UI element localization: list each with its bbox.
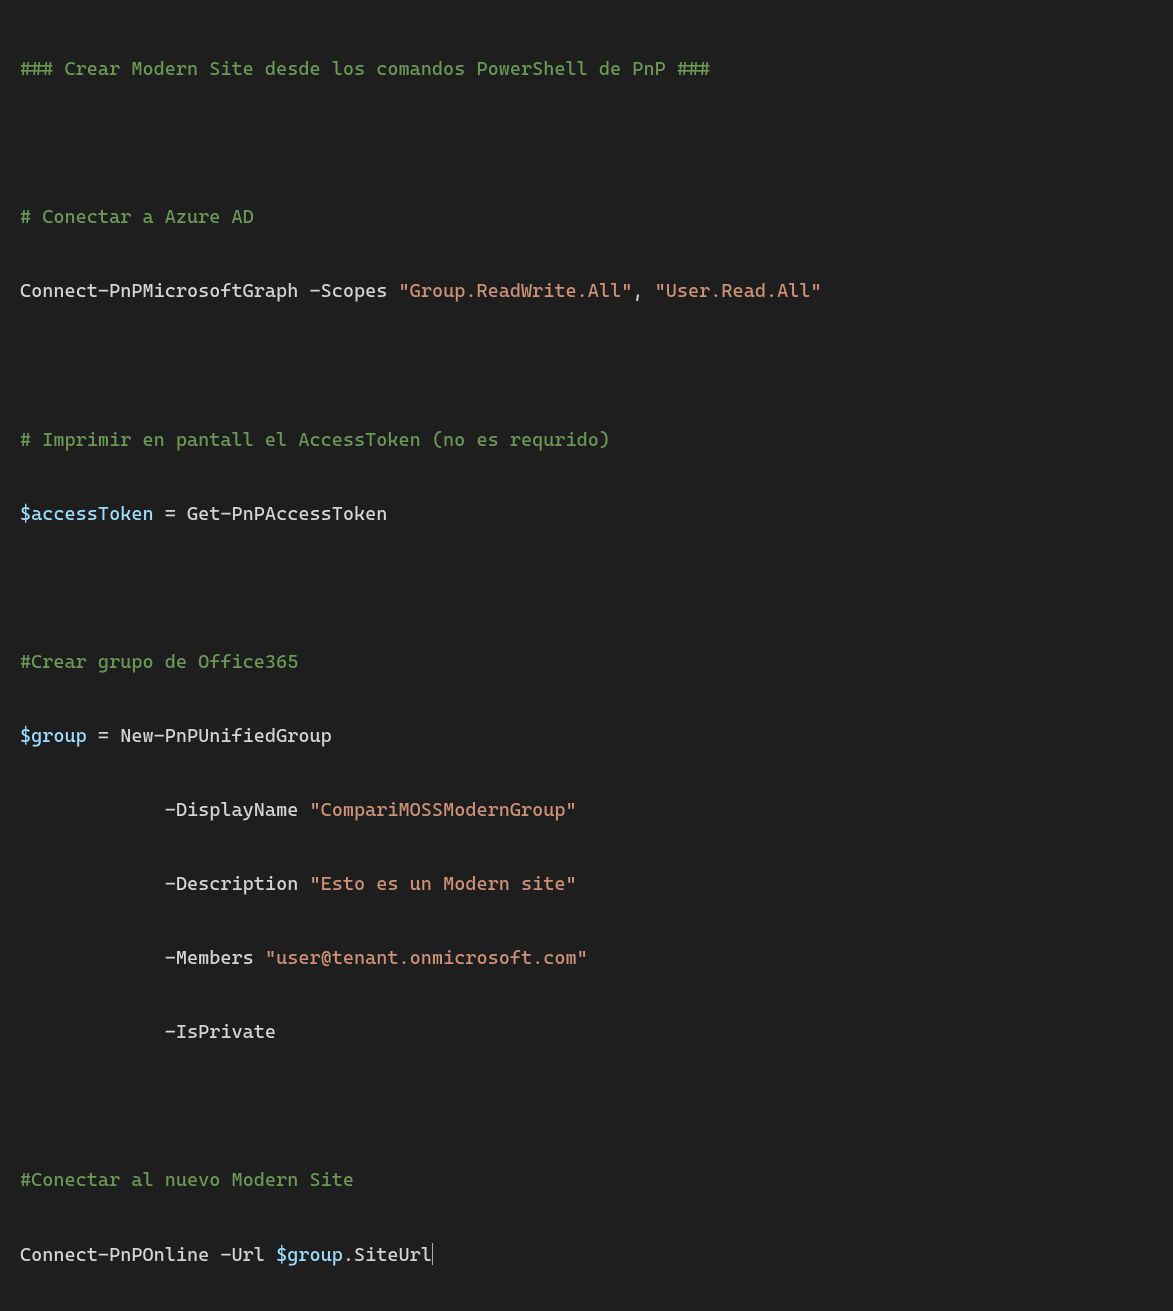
string-text: "User.Read.All" [655, 280, 822, 302]
code-line-empty [20, 347, 1153, 384]
code-line: $accessToken = Get-PnPAccessToken [20, 496, 1153, 533]
variable-text: $group [276, 1244, 343, 1266]
parameter-text: -DisplayName [165, 799, 299, 821]
indent-text [20, 947, 165, 969]
code-line: $group = New-PnPUnifiedGroup [20, 718, 1153, 755]
string-text: "Esto es un Modern site" [309, 873, 576, 895]
parameter-text: -Members [165, 947, 254, 969]
code-line: -IsPrivate [20, 1014, 1153, 1051]
operator-text: = [154, 503, 187, 525]
code-editor[interactable]: ### Crear Modern Site desde los comandos… [20, 14, 1153, 1311]
variable-text: $accessToken [20, 503, 154, 525]
parameter-text: -Url [220, 1244, 265, 1266]
code-line: -DisplayName "CompariMOSSModernGroup" [20, 792, 1153, 829]
cmdlet-text: New-PnPUnifiedGroup [120, 725, 332, 747]
code-line: -Members "user@tenant.onmicrosoft.com" [20, 940, 1153, 977]
indent-text [20, 799, 165, 821]
code-line: # Imprimir en pantall el AccessToken (no… [20, 422, 1153, 459]
string-text: "CompariMOSSModernGroup" [309, 799, 576, 821]
cmdlet-text: Connect-PnPOnline [20, 1244, 209, 1266]
string-text: "user@tenant.onmicrosoft.com" [265, 947, 588, 969]
indent-text [20, 1021, 165, 1043]
parameter-text: -IsPrivate [165, 1021, 276, 1043]
cmdlet-text: Connect-PnPMicrosoftGraph [20, 280, 298, 302]
parameter-text: -Scopes [309, 280, 387, 302]
code-line: ### Crear Modern Site desde los comandos… [20, 51, 1153, 88]
string-text: "Group.ReadWrite.All" [399, 280, 633, 302]
comment-text: #Crear grupo de Office365 [20, 651, 298, 673]
indent-text [20, 873, 165, 895]
code-line: # Conectar a Azure AD [20, 199, 1153, 236]
cmdlet-text: Get-PnPAccessToken [187, 503, 387, 525]
code-line-empty [20, 570, 1153, 607]
comment-text: # Conectar a Azure AD [20, 206, 254, 228]
comment-text: #Conectar al nuevo Modern Site [20, 1169, 354, 1191]
code-line-empty [20, 125, 1153, 162]
comment-text: ### Crear Modern Site desde los comandos… [20, 58, 710, 80]
code-line: Connect-PnPMicrosoftGraph -Scopes "Group… [20, 273, 1153, 310]
property-text: .SiteUrl [343, 1244, 432, 1266]
code-line: Connect-PnPOnline -Url $group.SiteUrl [20, 1237, 1153, 1274]
code-line: -Description "Esto es un Modern site" [20, 866, 1153, 903]
parameter-text: -Description [165, 873, 299, 895]
operator-text: = [87, 725, 120, 747]
comment-text: # Imprimir en pantall el AccessToken (no… [20, 429, 610, 451]
text-cursor [432, 1243, 433, 1265]
code-line-empty [20, 1088, 1153, 1125]
variable-text: $group [20, 725, 87, 747]
comma-text: , [632, 280, 643, 302]
code-line: #Crear grupo de Office365 [20, 644, 1153, 681]
code-line: #Conectar al nuevo Modern Site [20, 1162, 1153, 1199]
